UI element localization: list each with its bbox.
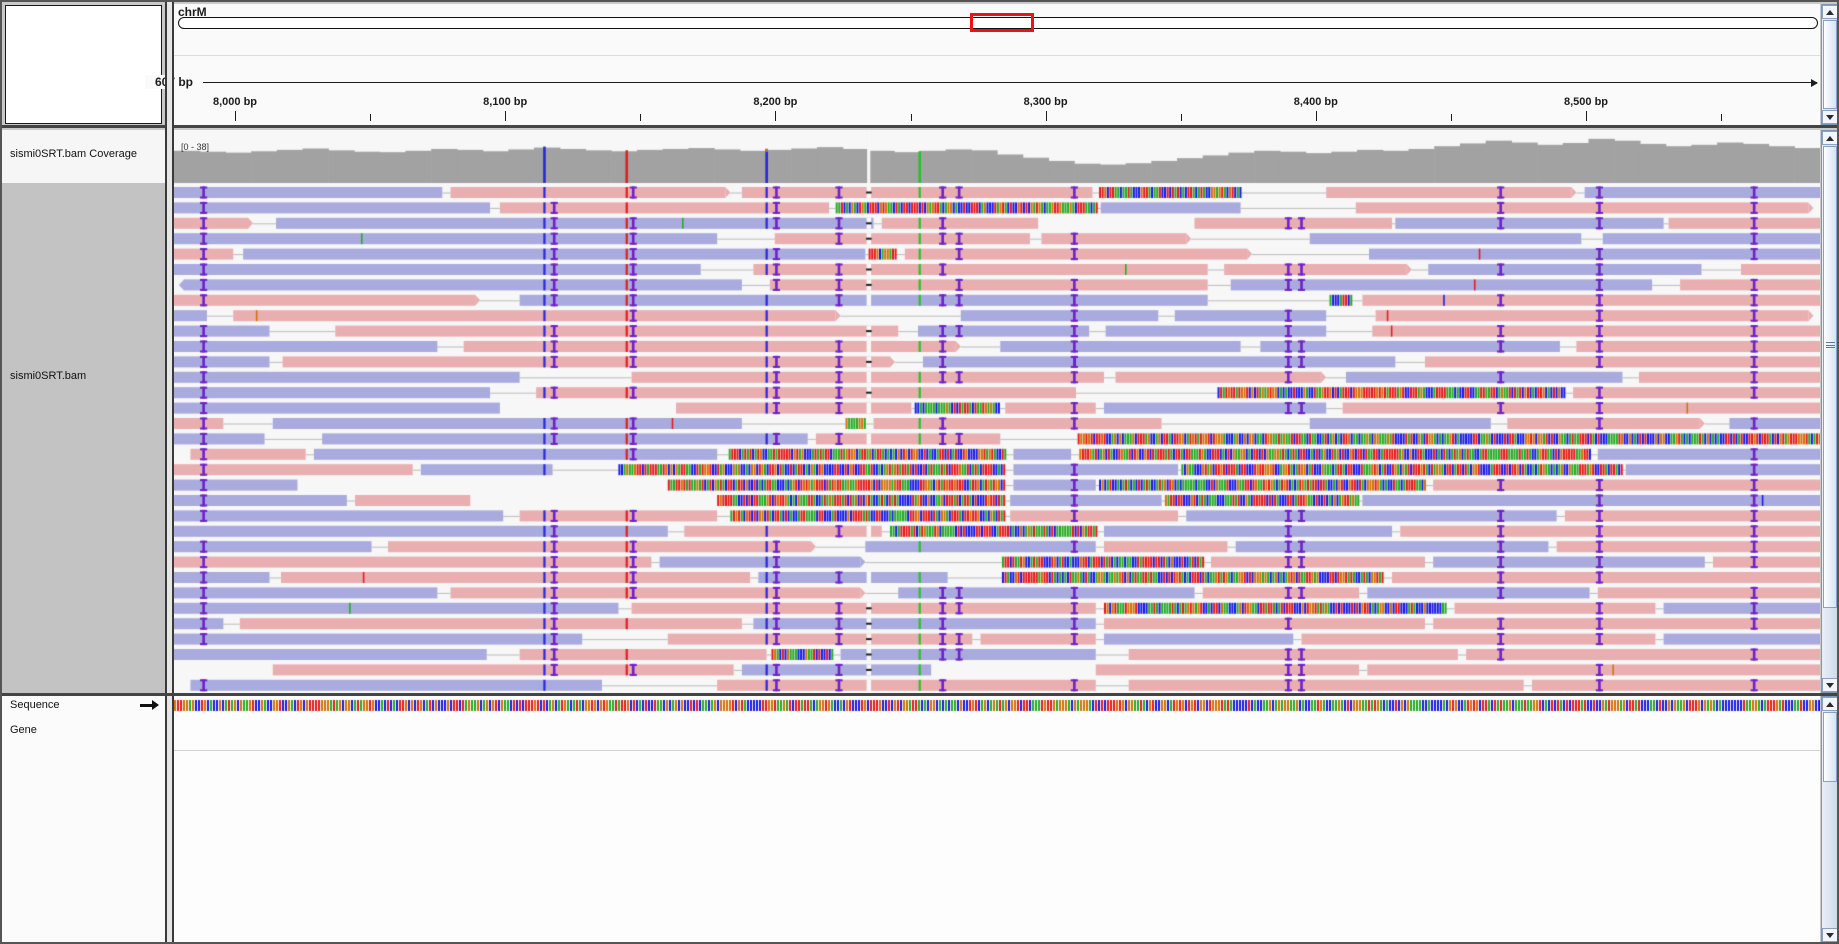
sequence-track-label[interactable]: Sequence xyxy=(10,699,60,711)
sidebar-divider[interactable] xyxy=(165,2,174,944)
down-arrow-icon xyxy=(1826,115,1834,120)
ruler-tick xyxy=(235,111,236,121)
ruler-tick xyxy=(911,114,912,121)
coverage-range-label: [0 - 38] xyxy=(181,142,209,152)
main-scrollbar-up-button[interactable] xyxy=(1822,131,1838,145)
alignment-track-label[interactable]: sismi0SRT.bam xyxy=(10,370,86,382)
ruler-tick-label: 8,000 bp xyxy=(213,96,257,108)
ruler-separator xyxy=(174,55,1820,56)
ruler-tick-label: 8,500 bp xyxy=(1564,96,1608,108)
alignments-canvas[interactable] xyxy=(174,130,1820,693)
main-scrollbar[interactable] xyxy=(1821,130,1839,693)
span-length-label: 607 bp xyxy=(145,75,203,89)
gene-track-label[interactable]: Gene xyxy=(10,724,37,736)
cytoband-panel xyxy=(5,5,162,124)
main-scrollbar-thumb[interactable] xyxy=(1823,146,1837,608)
panel-divider-top[interactable] xyxy=(2,125,1839,128)
sequence-strand-arrow-icon[interactable] xyxy=(140,704,152,707)
igv-window: chrM 607 bp 8,000 bp8,100 bp8,200 bp8,30… xyxy=(0,0,1839,944)
span-arrow-right-icon xyxy=(1811,79,1818,87)
top-scrollbar-down-button[interactable] xyxy=(1822,110,1838,124)
bottom-scrollbar-down-button[interactable] xyxy=(1822,928,1838,942)
ruler-tick xyxy=(1721,114,1722,121)
ruler-tick-label: 8,200 bp xyxy=(753,96,797,108)
span-arrow-line xyxy=(179,82,1817,83)
bottom-scrollbar-thumb[interactable] xyxy=(1823,712,1837,782)
ruler-tick xyxy=(1451,114,1452,121)
up-arrow-icon xyxy=(1826,702,1834,707)
bottom-scrollbar[interactable] xyxy=(1821,696,1839,943)
top-scrollbar-thumb[interactable] xyxy=(1823,20,1837,109)
ruler-tick-label: 8,300 bp xyxy=(1024,96,1068,108)
down-arrow-icon xyxy=(1826,683,1834,688)
view-region-box[interactable] xyxy=(970,13,1034,32)
bottom-scrollbar-up-button[interactable] xyxy=(1822,697,1838,711)
sidebar-alignment-track[interactable] xyxy=(2,183,165,693)
gene-track-baseline xyxy=(174,750,1820,751)
main-scrollbar-down-button[interactable] xyxy=(1822,678,1838,692)
ruler-tick xyxy=(505,111,506,121)
coverage-track-label[interactable]: sismi0SRT.bam Coverage xyxy=(10,148,137,160)
top-scrollbar[interactable] xyxy=(1821,4,1839,125)
ruler-tick-label: 8,400 bp xyxy=(1294,96,1338,108)
down-arrow-icon xyxy=(1826,933,1834,938)
up-arrow-icon xyxy=(1826,136,1834,141)
top-scrollbar-up-button[interactable] xyxy=(1822,5,1838,19)
sequence-canvas[interactable] xyxy=(174,699,1820,713)
ruler-tick xyxy=(1046,111,1047,121)
up-arrow-icon xyxy=(1826,10,1834,15)
ruler-tick xyxy=(640,114,641,121)
ruler-tick-label: 8,100 bp xyxy=(483,96,527,108)
ruler-tick xyxy=(1586,111,1587,121)
ruler-tick xyxy=(370,114,371,121)
bottom-panel-background xyxy=(174,696,1820,943)
locus-panel: chrM 607 bp 8,000 bp8,100 bp8,200 bp8,30… xyxy=(174,4,1820,125)
ruler-tick xyxy=(1316,111,1317,121)
ruler-tick xyxy=(1181,114,1182,121)
ruler-tick xyxy=(775,111,776,121)
